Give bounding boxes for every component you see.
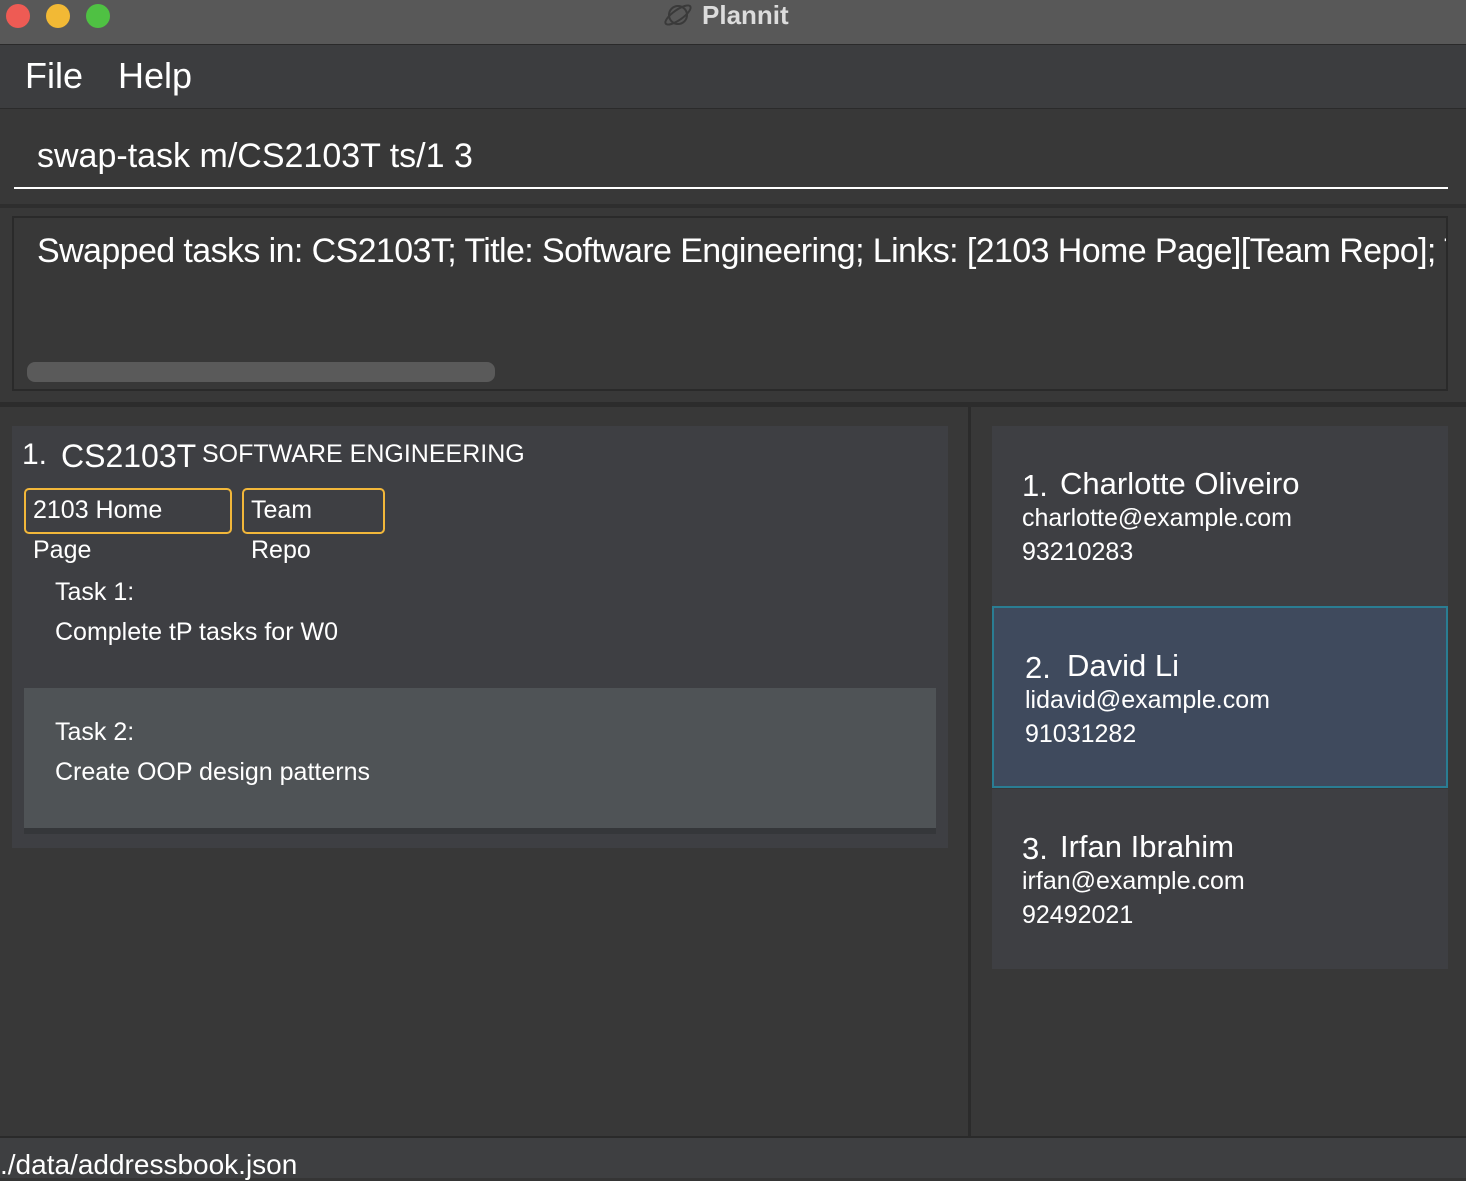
task-item[interactable]: Task 1: Complete tP tasks for W0 [24, 548, 936, 688]
status-bar: ./data/addressbook.json [0, 1136, 1466, 1180]
command-input[interactable]: swap-task m/CS2103T ts/1 3 [14, 133, 1448, 189]
result-display-area: Swapped tasks in: CS2103T; Title: Softwa… [0, 208, 1466, 402]
window-title-group: Plannit [662, 0, 789, 30]
person-card-selected[interactable]: 2. David Li lidavid@example.com 91031282 [992, 606, 1448, 788]
task-item-selected[interactable]: Task 2: Create OOP design patterns [24, 688, 936, 834]
minimize-window-button[interactable] [46, 4, 70, 28]
planet-icon [664, 4, 692, 26]
task-label: Task 1: [55, 578, 135, 606]
link-2103-home-page[interactable]: 2103 Home Page [24, 488, 232, 564]
window-title: Plannit [702, 0, 789, 30]
menu-help[interactable]: Help [118, 55, 192, 97]
result-display[interactable]: Swapped tasks in: CS2103T; Title: Softwa… [12, 216, 1448, 391]
person-index: 2. [1025, 650, 1051, 685]
person-email: irfan@example.com [1022, 867, 1245, 895]
command-box-area: swap-task m/CS2103T ts/1 3 [0, 109, 1466, 204]
module-card[interactable]: 1. CS2103T SOFTWARE ENGINEERING 2103 Hom… [12, 426, 948, 848]
link-team-repo[interactable]: Team Repo [242, 488, 385, 564]
task-description: Create OOP design patterns [55, 758, 370, 786]
module-index: 1. [22, 438, 48, 471]
person-phone: 92492021 [1022, 901, 1134, 929]
person-name: Irfan Ibrahim [1060, 829, 1235, 864]
person-email: charlotte@example.com [1022, 504, 1292, 532]
horizontal-scrollbar[interactable] [27, 362, 495, 382]
title-bar: Plannit [0, 0, 1466, 45]
module-code: CS2103T [61, 438, 197, 474]
close-window-button[interactable] [6, 4, 30, 28]
person-name: Charlotte Oliveiro [1060, 466, 1300, 501]
person-phone: 91031282 [1025, 720, 1137, 748]
person-card[interactable]: 1. Charlotte Oliveiro charlotte@example.… [992, 426, 1448, 608]
module-list-panel: 1. CS2103T SOFTWARE ENGINEERING 2103 Hom… [0, 407, 968, 1136]
person-phone: 93210283 [1022, 538, 1134, 566]
zoom-window-button[interactable] [86, 4, 110, 28]
task-description: Complete tP tasks for W0 [55, 618, 338, 646]
person-list-panel: 1. Charlotte Oliveiro charlotte@example.… [971, 407, 1466, 1136]
module-title: SOFTWARE ENGINEERING [202, 440, 525, 468]
task-label: Task 2: [55, 718, 135, 746]
menu-file[interactable]: File [25, 55, 83, 97]
result-message: Swapped tasks in: CS2103T; Title: Softwa… [37, 232, 1446, 270]
person-index: 1. [1022, 468, 1048, 503]
person-name: David Li [1067, 648, 1179, 683]
person-email: lidavid@example.com [1025, 686, 1270, 714]
menu-bar: File Help [0, 45, 1466, 109]
person-card[interactable]: 3. Irfan Ibrahim irfan@example.com 92492… [992, 789, 1448, 969]
save-location-path: ./data/addressbook.json [0, 1149, 298, 1180]
person-index: 3. [1022, 831, 1048, 866]
